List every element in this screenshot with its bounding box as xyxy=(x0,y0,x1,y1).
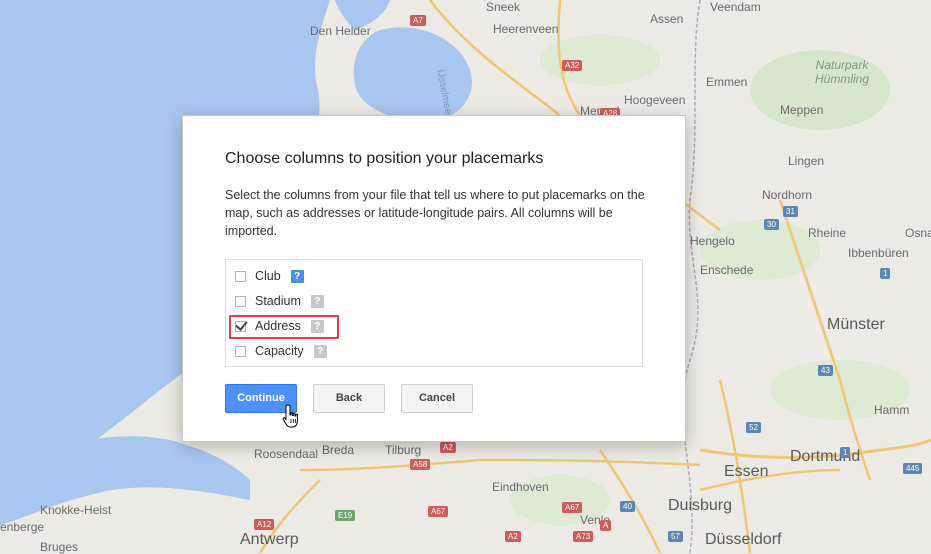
map-road-badge: 1 xyxy=(880,268,891,279)
back-button[interactable]: Back xyxy=(313,384,385,413)
map-road-badge: A2 xyxy=(505,531,521,542)
map-city-eindhoven: Eindhoven xyxy=(492,480,549,494)
map-city-nordhorn: Nordhorn xyxy=(762,188,813,202)
column-option-capacity[interactable]: Capacity ? xyxy=(235,341,327,361)
map-road-badge: 1 xyxy=(840,447,851,458)
cancel-button[interactable]: Cancel xyxy=(401,384,473,413)
map-city-munster: Münster xyxy=(827,316,885,333)
map-city-rheine: Rheine xyxy=(808,226,847,240)
map-road-badge: 43 xyxy=(818,365,833,376)
map-city-heerenveen: Heerenveen xyxy=(493,22,559,36)
map-city-enberge: enberge xyxy=(0,520,45,534)
column-option-stadium[interactable]: Stadium ? xyxy=(235,291,324,311)
map-city-meppen: Meppen xyxy=(780,103,824,117)
column-label: Club xyxy=(255,269,281,283)
map-road-badge: A12 xyxy=(254,519,275,530)
map-road-badge: A xyxy=(600,520,612,531)
club-checkbox[interactable] xyxy=(235,270,246,282)
map-road-badge: A2 xyxy=(440,442,456,453)
address-highlight-box xyxy=(229,315,339,339)
map-city-hoogeveen: Hoogeveen xyxy=(624,93,686,107)
help-icon[interactable]: ? xyxy=(310,294,324,308)
map-road-badge: A67 xyxy=(428,506,449,517)
map-city-den-helder: Den Helder xyxy=(310,24,371,38)
map-road-badge: 445 xyxy=(903,463,923,474)
hand-cursor-icon xyxy=(282,404,298,428)
map-road-badge: A32 xyxy=(562,60,583,71)
map-city-hamm: Hamm xyxy=(874,403,910,417)
map-city-tilburg: Tilburg xyxy=(385,443,422,457)
map-road-badge: 52 xyxy=(746,422,761,433)
columns-list: Club ? Stadium ? Address ? Capacity ? xyxy=(225,259,643,367)
map-road-badge: 40 xyxy=(620,501,635,512)
map-city-roosendaal: Roosendaal xyxy=(254,447,319,461)
map-city-veendam: Veendam xyxy=(710,0,761,14)
capacity-checkbox[interactable] xyxy=(235,345,246,357)
map-city-dusseldorf: Düsseldorf xyxy=(705,531,782,548)
stadium-checkbox[interactable] xyxy=(235,295,246,307)
map-city-knokke-heist: Knokke-Heist xyxy=(40,503,112,517)
help-icon[interactable]: ? xyxy=(290,269,304,283)
map-road-badge: A67 xyxy=(562,502,583,513)
map-city-lingen: Lingen xyxy=(788,154,825,168)
map-city-breda: Breda xyxy=(322,443,355,457)
map-city-essen: Essen xyxy=(724,463,769,480)
column-label: Capacity xyxy=(255,344,304,358)
map-road-badge: A73 xyxy=(573,531,594,542)
map-road-badge: A7 xyxy=(410,15,426,26)
map-city-sneek: Sneek xyxy=(486,0,521,14)
dialog-description: Select the columns from your file that t… xyxy=(225,188,645,238)
map-city-assen: Assen xyxy=(650,12,684,26)
column-label: Stadium xyxy=(255,294,301,308)
map-city-hengelo: Hengelo xyxy=(690,234,735,248)
map-road-badge: 31 xyxy=(783,206,798,217)
dialog-title: Choose columns to position your placemar… xyxy=(225,150,544,167)
map-city-antwerp: Antwerp xyxy=(240,531,299,548)
map-city-ibbenburen: Ibbenbüren xyxy=(848,246,909,260)
choose-columns-dialog: Choose columns to position your placemar… xyxy=(182,115,686,442)
map-road-badge: 57 xyxy=(668,531,683,542)
map-road-badge: 30 xyxy=(764,219,779,230)
map-road-badge: E19 xyxy=(335,510,356,521)
map-label-naturpark: Naturpark Hümmling xyxy=(815,58,870,86)
map-city-osna: Osna xyxy=(905,226,931,240)
map-city-enschede: Enschede xyxy=(700,263,754,277)
help-icon[interactable]: ? xyxy=(313,344,327,358)
map-city-bruges: Bruges xyxy=(40,540,79,554)
map-city-emmen: Emmen xyxy=(706,75,748,89)
map-city-duisburg: Duisburg xyxy=(668,497,733,514)
map-road-badge: A58 xyxy=(410,459,431,470)
column-option-club[interactable]: Club ? xyxy=(235,266,304,286)
